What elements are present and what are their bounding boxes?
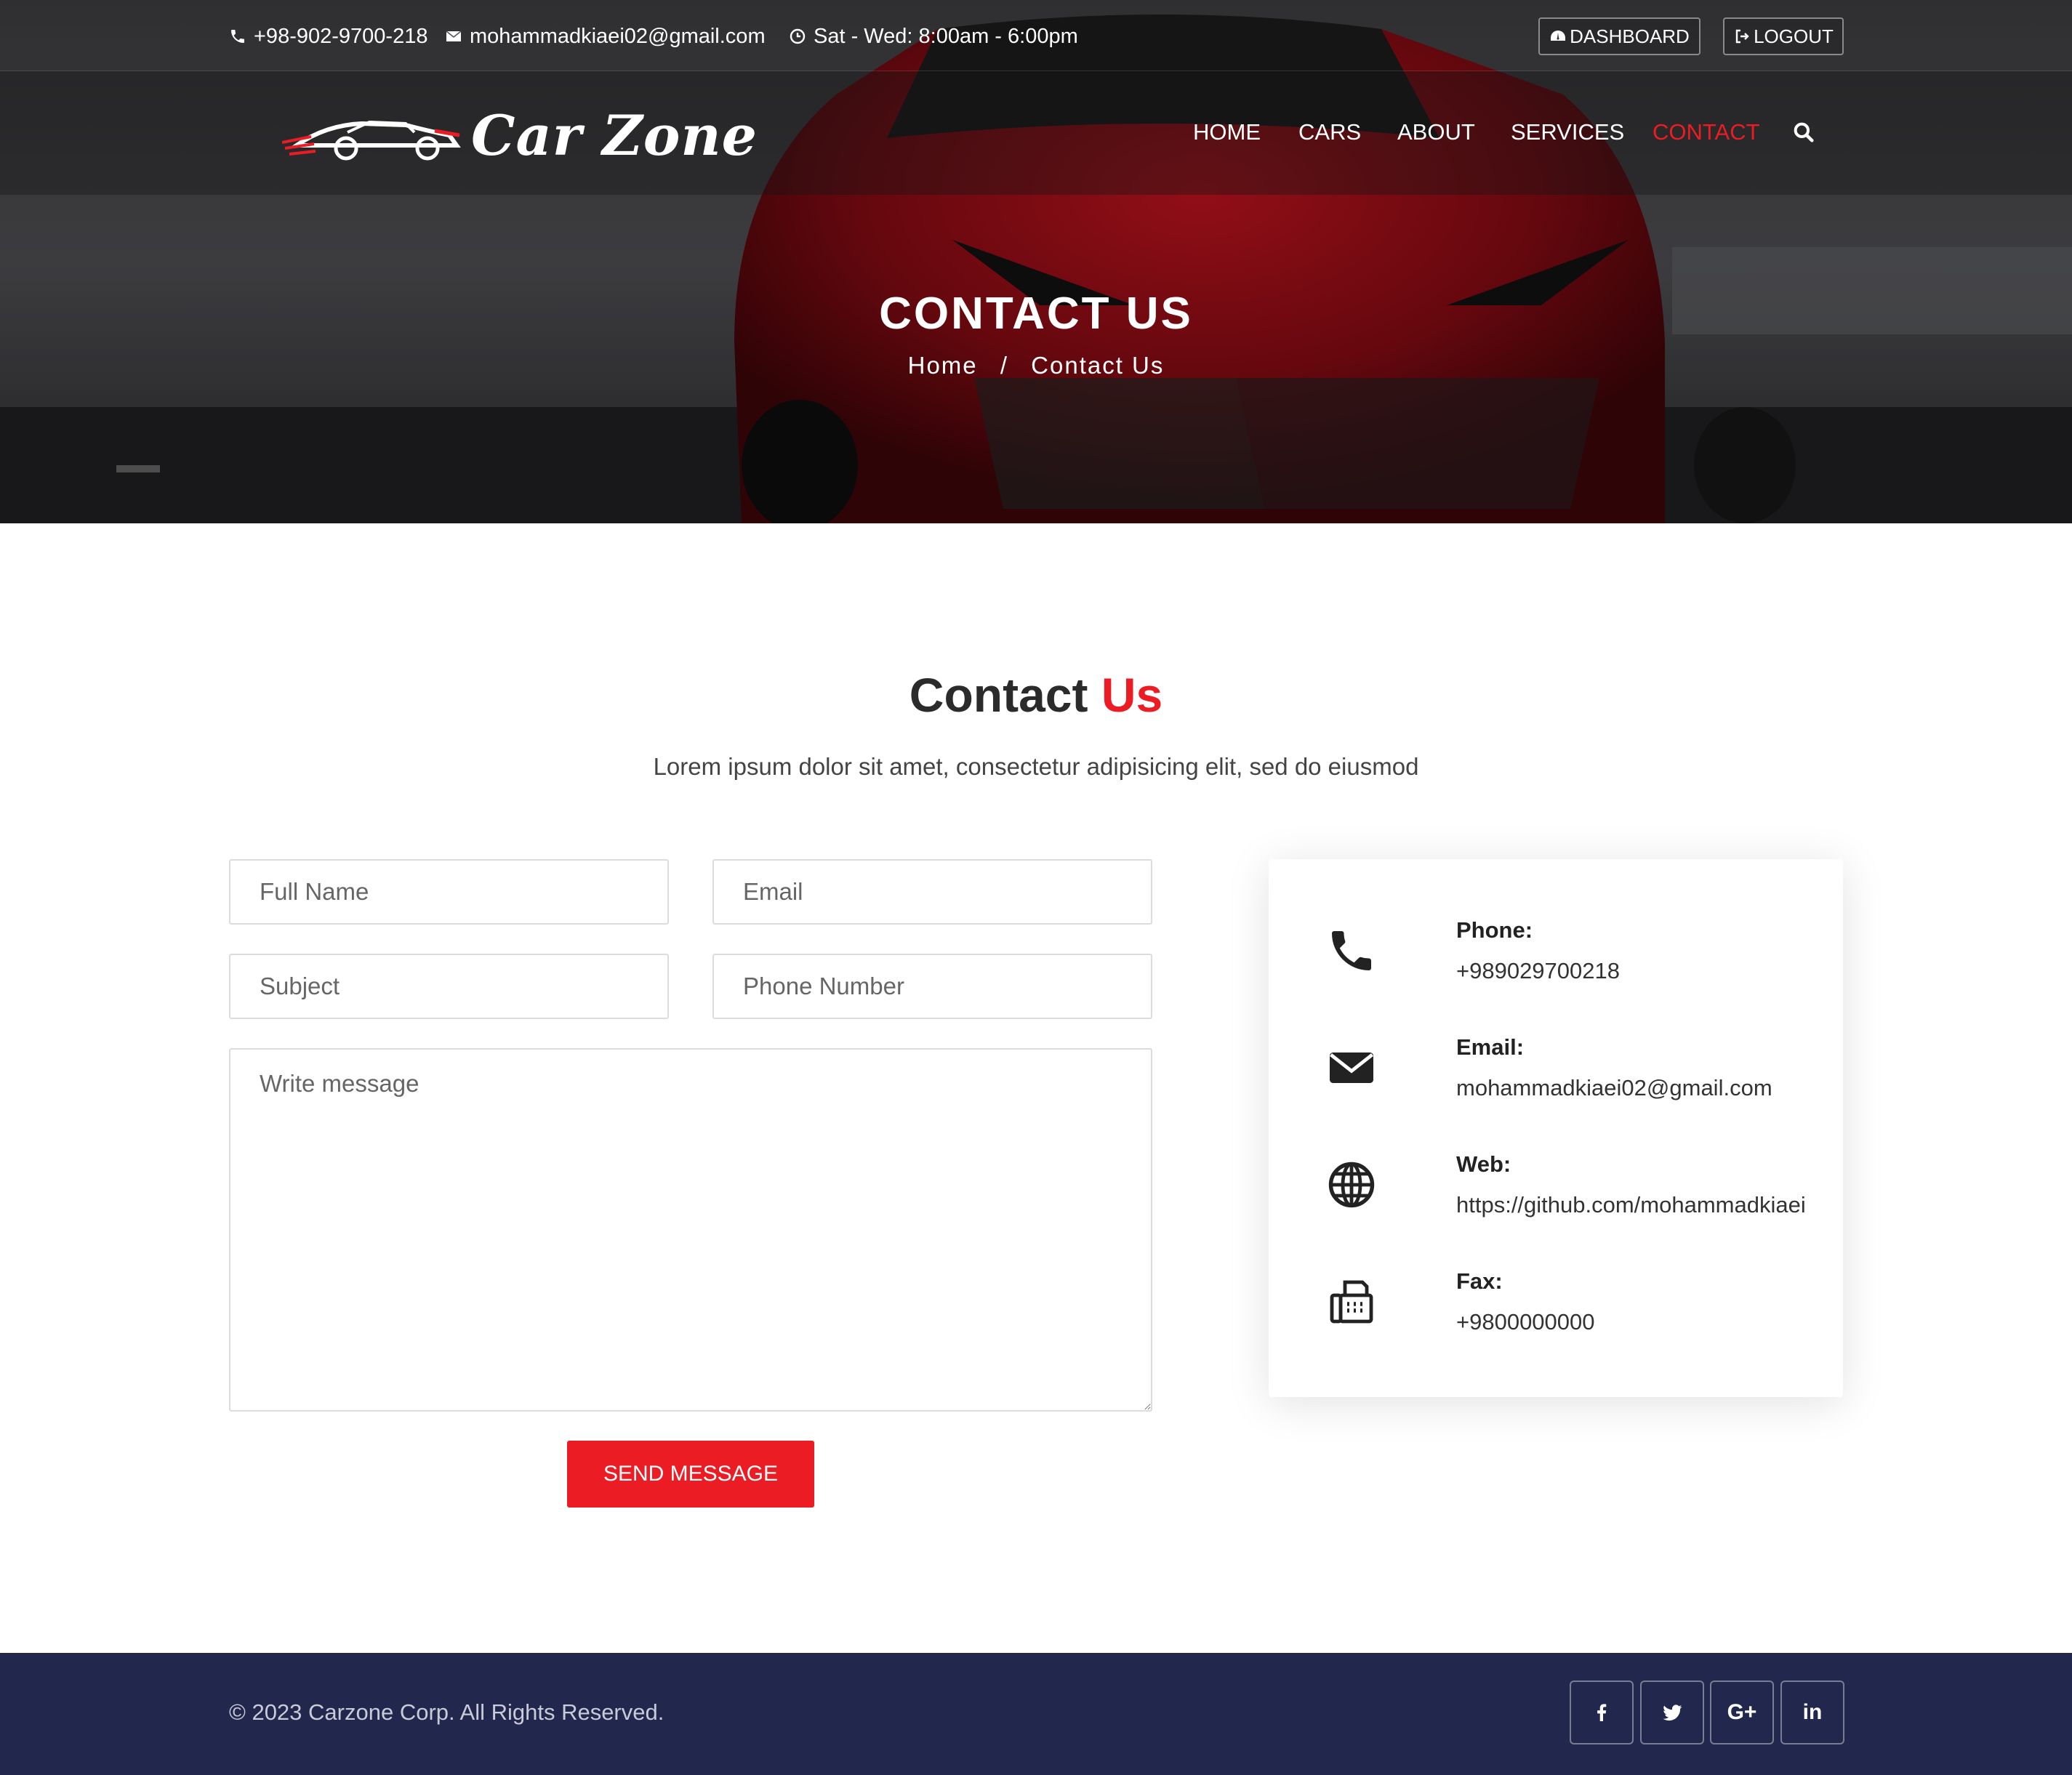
envelope-icon [1330, 1052, 1373, 1083]
breadcrumb: Home / Contact Us [0, 352, 2072, 379]
contact-email-value[interactable]: mohammadkiaei02@gmail.com [1456, 1075, 1772, 1101]
clock-icon [790, 28, 806, 44]
facebook-link[interactable] [1570, 1681, 1634, 1744]
copyright-text: © 2023 Carzone Corp. All Rights Reserved… [229, 1699, 664, 1725]
contact-fax-value: +9800000000 [1456, 1309, 1595, 1335]
contact-web-value[interactable]: https://github.com/mohammadkiaei [1456, 1192, 1806, 1218]
dashboard-button[interactable]: DASHBOARD [1538, 17, 1700, 55]
subject-input[interactable] [229, 954, 669, 1019]
logout-button[interactable]: LOGOUT [1723, 17, 1844, 55]
top-bar: +98-902-9700-218 mohammadkiaei02@gmail.c… [0, 0, 2072, 71]
message-textarea[interactable] [229, 1048, 1152, 1412]
brand-logo[interactable]: Car Zone [282, 100, 757, 173]
nav-cars[interactable]: CARS [1298, 118, 1361, 147]
linkedin-link[interactable]: in [1780, 1681, 1844, 1744]
fax-icon [1330, 1280, 1373, 1324]
breadcrumb-home[interactable]: Home [908, 352, 978, 379]
twitter-icon [1663, 1704, 1682, 1721]
contact-web-label: Web: [1456, 1151, 1511, 1177]
full-name-input[interactable] [229, 859, 669, 925]
phone-icon [1332, 931, 1371, 970]
hero-banner: +98-902-9700-218 mohammadkiaei02@gmail.c… [0, 0, 2072, 523]
brand-name: Car Zone [471, 103, 758, 168]
topbar-hours-text: Sat - Wed: 8:00am - 6:00pm [814, 24, 1078, 48]
main-navbar: Car Zone HOME CARS ABOUT SERVICES CONTAC… [0, 71, 2072, 195]
nav-contact[interactable]: CONTACT [1653, 118, 1760, 147]
contact-fax-label: Fax: [1456, 1268, 1503, 1294]
topbar-phone: +98-902-9700-218 [229, 22, 427, 51]
page-title: CONTACT US [879, 289, 1193, 339]
email-input[interactable] [712, 859, 1152, 925]
contact-email-row: Email: mohammadkiaei02@gmail.com [1325, 1034, 1820, 1114]
contact-phone-value[interactable]: +989029700218 [1456, 958, 1620, 984]
footer: © 2023 Carzone Corp. All Rights Reserved… [0, 1653, 2072, 1775]
search-icon[interactable] [1792, 121, 1815, 144]
section-title-main: Contact [909, 668, 1088, 722]
send-message-button[interactable]: SEND MESSAGE [567, 1441, 814, 1508]
breadcrumb-current: Contact Us [1031, 352, 1165, 379]
linkedin-icon: in [1802, 1700, 1823, 1724]
envelope-icon [446, 31, 462, 41]
section-title: Contact Us [0, 667, 2072, 723]
twitter-link[interactable] [1640, 1681, 1704, 1744]
google-plus-icon: G+ [1727, 1700, 1757, 1724]
nav-services[interactable]: SERVICES [1511, 118, 1624, 147]
topbar-phone-text: +98-902-9700-218 [254, 24, 428, 48]
dashboard-icon [1551, 31, 1566, 41]
globe-icon [1328, 1162, 1375, 1208]
contact-email-label: Email: [1456, 1034, 1525, 1060]
phone-number-input[interactable] [712, 954, 1152, 1019]
contact-info-card: Phone: +989029700218 Email: mohammadkiae… [1269, 859, 1843, 1397]
contact-fax-row: Fax: +9800000000 [1325, 1268, 1820, 1348]
dashboard-label: DASHBOARD [1570, 25, 1690, 47]
section-title-accent: Us [1101, 668, 1163, 722]
phone-icon [231, 30, 244, 43]
logout-label: LOGOUT [1754, 25, 1834, 47]
breadcrumb-separator: / [1000, 352, 1008, 379]
topbar-email[interactable]: mohammadkiaei02@gmail.com [445, 22, 766, 51]
contact-phone-row: Phone: +989029700218 [1325, 917, 1820, 997]
google-plus-link[interactable]: G+ [1710, 1681, 1774, 1744]
nav-about[interactable]: ABOUT [1397, 118, 1475, 147]
nav-home[interactable]: HOME [1193, 118, 1261, 147]
topbar-email-text: mohammadkiaei02@gmail.com [470, 24, 766, 48]
sign-out-icon [1735, 29, 1749, 44]
section-subtitle: Lorem ipsum dolor sit amet, consectetur … [653, 753, 1419, 780]
contact-phone-label: Phone: [1456, 917, 1533, 943]
contact-web-row: Web: https://github.com/mohammadkiaei [1325, 1151, 1820, 1231]
facebook-icon [1597, 1704, 1607, 1721]
topbar-hours: Sat - Wed: 8:00am - 6:00pm [789, 22, 1078, 51]
car-logo-icon [282, 120, 461, 161]
